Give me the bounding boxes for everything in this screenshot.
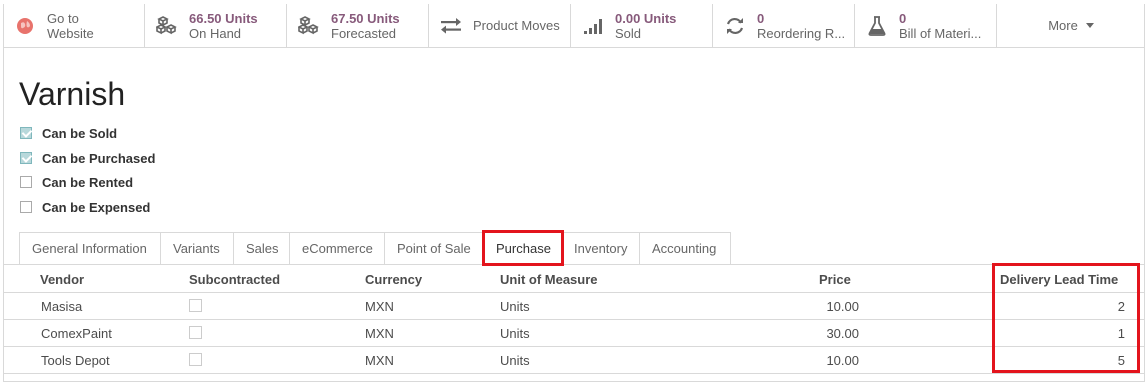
refresh-icon <box>713 4 757 47</box>
can-be-expensed-label: Can be Expensed <box>42 199 151 215</box>
tab-accounting[interactable]: Accounting <box>639 232 731 265</box>
reordering-rules-button[interactable]: 0 Reordering R... <box>713 4 855 47</box>
tab-ecommerce[interactable]: eCommerce <box>289 232 384 265</box>
can-be-purchased-checkbox[interactable] <box>20 152 32 164</box>
forecasted-button[interactable]: 67.50 Units Forecasted <box>287 4 429 47</box>
table-row[interactable]: ComexPaint MXN Units 30.00 1 <box>3 320 1145 347</box>
table-row[interactable]: Masisa MXN Units 10.00 2 <box>3 293 1145 320</box>
bill-of-materials-button[interactable]: 0 Bill of Materi... <box>855 4 997 47</box>
product-moves-label: Product Moves <box>473 18 560 33</box>
flask-icon <box>855 4 899 47</box>
more-label: More <box>1048 18 1078 33</box>
can-be-sold-label: Can be Sold <box>42 125 118 141</box>
column-unit-of-measure[interactable]: Unit of Measure <box>500 272 598 287</box>
reordering-label: Reordering R... <box>757 25 846 41</box>
vendor-cell: ComexPaint <box>41 326 112 341</box>
subcontracted-checkbox <box>189 326 202 339</box>
forecasted-label: Forecasted <box>331 25 397 41</box>
can-be-sold-option[interactable]: Can be Sold <box>20 124 117 142</box>
forecasted-value: 67.50 Units <box>331 10 400 26</box>
exchange-icon <box>429 4 473 47</box>
can-be-sold-checkbox[interactable] <box>20 127 32 139</box>
globe-icon <box>3 4 47 47</box>
caret-down-icon <box>1085 23 1094 28</box>
product-moves-button[interactable]: Product Moves <box>429 4 571 47</box>
vendor-cell: Masisa <box>41 299 83 314</box>
tab-inventory[interactable]: Inventory <box>561 232 639 265</box>
can-be-rented-label: Can be Rented <box>42 174 134 190</box>
currency-cell: MXN <box>365 299 394 314</box>
column-delivery-lead-time[interactable]: Delivery Lead Time <box>1000 272 1118 287</box>
bom-value: 0 <box>899 10 907 26</box>
uom-cell: Units <box>500 326 530 341</box>
sold-value: 0.00 Units <box>615 10 677 26</box>
uom-cell: Units <box>500 299 530 314</box>
more-button[interactable]: More <box>997 4 1145 47</box>
tab-variants[interactable]: Variants <box>160 232 233 265</box>
vendor-table-header: Vendor Subcontracted Currency Unit of Me… <box>3 265 1145 293</box>
lead-time-cell: 1 <box>1117 326 1125 341</box>
can-be-rented-checkbox[interactable] <box>20 176 32 188</box>
sold-label: Sold <box>615 25 642 41</box>
table-row[interactable]: Tools Depot MXN Units 10.00 5 <box>3 347 1145 374</box>
can-be-expensed-checkbox[interactable] <box>20 201 32 213</box>
can-be-purchased-label: Can be Purchased <box>42 150 156 166</box>
tab-sales[interactable]: Sales <box>233 232 289 265</box>
can-be-purchased-option[interactable]: Can be Purchased <box>20 149 155 167</box>
column-price[interactable]: Price <box>819 272 851 287</box>
go-to-label: Go to <box>47 10 79 26</box>
tab-purchase[interactable]: Purchase <box>483 232 561 265</box>
tab-general-information[interactable]: General Information <box>19 232 160 265</box>
reordering-value: 0 <box>757 10 765 26</box>
column-currency[interactable]: Currency <box>365 272 422 287</box>
column-vendor[interactable]: Vendor <box>40 272 84 287</box>
signal-icon <box>571 4 615 47</box>
vendor-cell: Tools Depot <box>41 353 110 368</box>
bom-label: Bill of Materi... <box>899 25 982 41</box>
cubes-icon <box>145 4 189 47</box>
on-hand-button[interactable]: 66.50 Units On Hand <box>145 4 287 47</box>
price-cell: 10.00 <box>826 353 859 368</box>
price-cell: 30.00 <box>826 326 859 341</box>
lead-time-cell: 5 <box>1117 353 1125 368</box>
website-label: Website <box>47 25 94 41</box>
uom-cell: Units <box>500 353 530 368</box>
column-subcontracted[interactable]: Subcontracted <box>189 272 280 287</box>
can-be-expensed-option[interactable]: Can be Expensed <box>20 198 150 216</box>
product-name[interactable]: Varnish <box>19 76 125 113</box>
can-be-rented-option[interactable]: Can be Rented <box>20 173 133 191</box>
sold-button[interactable]: 0.00 Units Sold <box>571 4 713 47</box>
subcontracted-checkbox <box>189 299 202 312</box>
cubes-icon <box>287 4 331 47</box>
notebook-tabs: General Information Variants Sales eComm… <box>19 232 731 265</box>
tab-point-of-sale[interactable]: Point of Sale <box>384 232 483 265</box>
smart-button-bar: Go to Website 66.50 Units On Hand 67.50 … <box>3 4 1145 48</box>
on-hand-label: On Hand <box>189 25 242 41</box>
currency-cell: MXN <box>365 353 394 368</box>
lead-time-cell: 2 <box>1117 299 1125 314</box>
on-hand-value: 66.50 Units <box>189 10 258 26</box>
currency-cell: MXN <box>365 326 394 341</box>
go-to-website-button[interactable]: Go to Website <box>3 4 145 47</box>
price-cell: 10.00 <box>826 299 859 314</box>
subcontracted-checkbox <box>189 353 202 366</box>
